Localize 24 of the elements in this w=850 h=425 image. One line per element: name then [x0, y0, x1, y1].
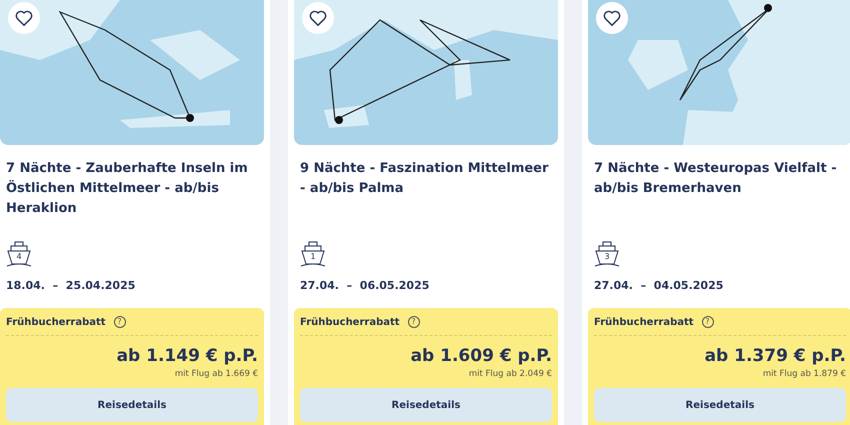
travel-dates: 27.04. – 04.05.2025 — [594, 279, 724, 292]
details-button[interactable]: Reisedetails — [6, 388, 258, 422]
cruise-title: 9 Nächte - Faszination Mittelmeer - ab/bis Palma — [300, 160, 550, 198]
help-icon[interactable]: ? — [114, 316, 126, 328]
help-icon[interactable]: ? — [408, 316, 420, 328]
cruise-title: 7 Nächte - Zauberhafte Inseln im Östlichen Mittelmeer - ab/bis Heraklion — [6, 160, 249, 218]
discount-label: Frühbucherrabatt — [6, 316, 106, 328]
flight-price: mit Flug ab 1.879 € — [762, 369, 846, 379]
price: ab 1.609 € p.P. — [410, 346, 552, 366]
price: ab 1.149 € p.P. — [116, 346, 258, 366]
flight-price: mit Flug ab 2.049 € — [468, 369, 552, 379]
discount-label: Frühbucherrabatt — [300, 316, 400, 328]
heart-icon — [309, 10, 327, 26]
discount-label: Frühbucherrabatt — [594, 316, 694, 328]
travel-dates: 18.04. – 25.04.2025 — [6, 279, 136, 292]
flight-price: mit Flug ab 1.669 € — [174, 369, 258, 379]
details-button[interactable]: Reisedetails — [300, 388, 552, 422]
cruise-title: 7 Nächte - Westeuropas Vielfalt - ab/bis Bremerhaven — [594, 160, 838, 198]
travel-dates: 27.04. – 06.05.2025 — [300, 279, 430, 292]
heart-icon — [603, 10, 621, 26]
details-button[interactable]: Reisedetails — [594, 388, 846, 422]
price: ab 1.379 € p.P. — [704, 346, 846, 366]
heart-icon — [15, 10, 33, 26]
help-icon[interactable]: ? — [702, 316, 714, 328]
